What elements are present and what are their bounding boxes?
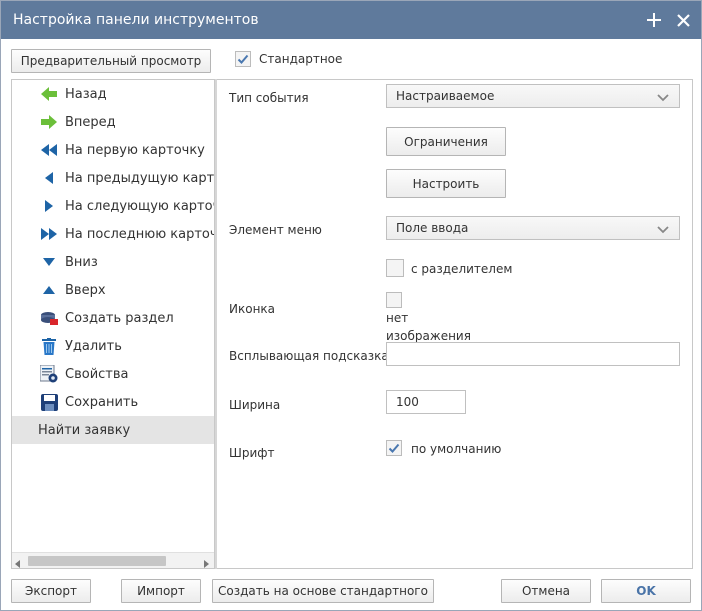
separator-checkbox[interactable]: [386, 259, 404, 277]
scroll-thumb[interactable]: [28, 556, 166, 566]
maximize-button[interactable]: [644, 9, 664, 31]
no-image-text-line2: изображения: [386, 329, 471, 343]
standard-checkbox[interactable]: [235, 51, 251, 67]
properties-icon: [40, 365, 58, 383]
horizontal-scrollbar[interactable]: [12, 552, 214, 568]
restrictions-button[interactable]: Ограничения: [386, 127, 506, 156]
create-section-icon: [40, 309, 58, 327]
icon-label: Иконка: [229, 302, 276, 316]
prev-icon: [40, 169, 58, 187]
up-icon: [40, 281, 58, 299]
list-item-next[interactable]: На следующую карточку: [12, 192, 214, 220]
dialog-title: Настройка панели инструментов: [13, 12, 259, 28]
no-image-text-line1: нет: [386, 311, 409, 325]
separator-label: с разделителем: [411, 262, 513, 276]
trash-icon: [40, 337, 58, 355]
export-button[interactable]: Экспорт: [11, 579, 91, 603]
save-icon: [40, 393, 58, 411]
list-item-previous[interactable]: На предыдущую карточку: [12, 164, 214, 192]
first-icon: [40, 141, 58, 159]
plus-icon: [647, 13, 661, 27]
font-default-label: по умолчанию: [411, 442, 502, 456]
item-properties-panel: Тип события Настраиваемое Ограничения На…: [217, 79, 693, 569]
ok-button[interactable]: OK: [601, 579, 691, 603]
event-type-select[interactable]: Настраиваемое: [386, 84, 680, 108]
preview-button[interactable]: Предварительный просмотр: [11, 49, 211, 73]
list-item-delete[interactable]: Удалить: [12, 332, 214, 360]
font-label: Шрифт: [229, 446, 275, 460]
checkmark-icon: [388, 443, 400, 453]
list-item-back[interactable]: Назад: [12, 80, 214, 108]
chevron-down-icon: [657, 91, 669, 105]
toolbar-items-list[interactable]: Назад Вперед На первую карточку На преды…: [11, 79, 215, 569]
list-item-last[interactable]: На последнюю карточку: [12, 220, 214, 248]
arrow-right-icon: [40, 113, 58, 131]
list-item-find-request[interactable]: Найти заявку: [12, 416, 214, 444]
toolbar-settings-dialog: Настройка панели инструментов Предварите…: [0, 0, 702, 611]
font-default-checkbox[interactable]: [386, 440, 402, 456]
list-item-forward[interactable]: Вперед: [12, 108, 214, 136]
checkmark-icon: [237, 54, 249, 64]
last-icon: [40, 225, 58, 243]
list-item-create-section[interactable]: Создать раздел: [12, 304, 214, 332]
icon-picker[interactable]: [386, 292, 402, 308]
close-icon: [676, 13, 690, 27]
event-type-label: Тип события: [229, 91, 309, 105]
list-item-properties[interactable]: Свойства: [12, 360, 214, 388]
cancel-button[interactable]: Отмена: [501, 579, 591, 603]
list-item-up[interactable]: Вверх: [12, 276, 214, 304]
standard-label: Стандартное: [259, 52, 343, 66]
list-item-first[interactable]: На первую карточку: [12, 136, 214, 164]
scroll-right-icon[interactable]: [204, 557, 209, 568]
chevron-down-icon: [657, 223, 669, 237]
list-item-save[interactable]: Сохранить: [12, 388, 214, 416]
down-icon: [40, 253, 58, 271]
import-button[interactable]: Импорт: [121, 579, 201, 603]
width-label: Ширина: [229, 398, 281, 412]
configure-button[interactable]: Настроить: [386, 169, 506, 198]
menu-item-label: Элемент меню: [229, 223, 322, 237]
width-input[interactable]: 100: [386, 390, 466, 414]
arrow-left-icon: [40, 85, 58, 103]
tooltip-input[interactable]: [386, 342, 680, 366]
create-from-standard-button[interactable]: Создать на основе стандартного: [212, 579, 434, 603]
next-icon: [40, 197, 58, 215]
list-item-down[interactable]: Вниз: [12, 248, 214, 276]
menu-item-select[interactable]: Поле ввода: [386, 216, 680, 240]
close-button[interactable]: [673, 9, 693, 31]
title-bar: Настройка панели инструментов: [1, 1, 701, 39]
tooltip-label: Всплывающая подсказка: [229, 349, 389, 363]
scroll-left-icon[interactable]: [15, 557, 20, 568]
